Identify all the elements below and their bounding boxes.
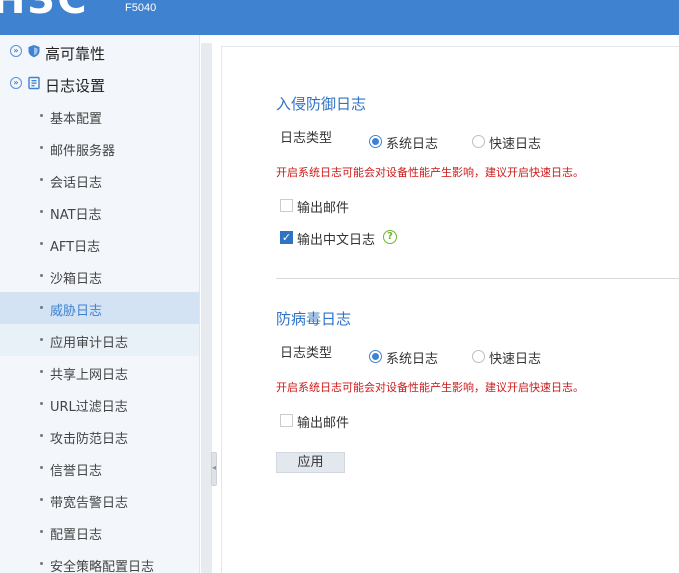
bullet-icon: [40, 370, 43, 373]
bullet-icon: [40, 146, 43, 149]
sidebar-item-url-filter-log[interactable]: URL过滤日志: [0, 388, 199, 420]
sidebar-item-nat-log[interactable]: NAT日志: [0, 196, 199, 228]
bullet-icon: [40, 338, 43, 341]
section-title-intrusion: 入侵防御日志: [276, 95, 367, 113]
sidebar-item-session-log[interactable]: 会话日志: [0, 164, 199, 196]
sidebar-item-label: 攻击防范日志: [50, 432, 129, 447]
section-title-antivirus: 防病毒日志: [276, 310, 352, 328]
expand-chevron-icon[interactable]: »: [10, 45, 22, 57]
top-header: H3C F5040: [0, 0, 679, 35]
log-type-label: 日志类型: [280, 131, 333, 146]
radio-label-fast-log: 快速日志: [489, 352, 542, 367]
sidebar-nav: » 高可靠性 » 日志设置 基本配置 邮件服务器 会话日志 NAT日志 AFT日…: [0, 35, 200, 573]
sidebar-item-aft-log[interactable]: AFT日志: [0, 228, 199, 260]
sidebar-item-label: 应用审计日志: [50, 336, 129, 351]
sidebar-item-label: 会话日志: [50, 176, 103, 191]
sidebar-item-reputation-log[interactable]: 信誉日志: [0, 452, 199, 484]
bullet-icon: [40, 434, 43, 437]
bullet-icon: [40, 274, 43, 277]
checkbox-label-output-mail: 输出邮件: [297, 416, 350, 431]
sidebar-item-config-log[interactable]: 配置日志: [0, 516, 199, 548]
sidebar-group-log-settings[interactable]: » 日志设置: [0, 68, 199, 100]
sidebar-item-label: NAT日志: [50, 208, 102, 223]
bullet-icon: [40, 562, 43, 565]
sidebar-item-label: AFT日志: [50, 240, 101, 255]
bullet-icon: [40, 114, 43, 117]
sidebar-item-security-policy-config-log[interactable]: 安全策略配置日志: [0, 548, 199, 573]
sidebar-item-label: URL过滤日志: [50, 400, 128, 415]
sidebar-item-shared-access-log[interactable]: 共享上网日志: [0, 356, 199, 388]
radio-label-system-log: 系统日志: [386, 352, 439, 367]
expand-chevron-icon[interactable]: »: [10, 77, 22, 89]
sidebar-item-basic-config[interactable]: 基本配置: [0, 100, 199, 132]
sidebar-group-label: 高可靠性: [45, 45, 106, 63]
sidebar-item-label: 安全策略配置日志: [50, 560, 155, 573]
checkbox-output-chinese-log[interactable]: ✓: [280, 231, 293, 244]
collapse-arrow-icon: ◂: [212, 463, 217, 472]
bullet-icon: [40, 530, 43, 533]
log-document-icon: [28, 76, 40, 90]
section-divider: [276, 278, 679, 279]
apply-button[interactable]: 应用: [276, 452, 345, 473]
checkbox-antivirus-output-mail[interactable]: [280, 414, 293, 427]
sidebar-item-label: 沙箱日志: [50, 272, 103, 287]
sidebar-group-label: 日志设置: [45, 77, 106, 95]
device-model: F5040: [125, 2, 157, 14]
sidebar-item-bandwidth-alarm-log[interactable]: 带宽告警日志: [0, 484, 199, 516]
sidebar-collapse-handle[interactable]: ◂: [211, 452, 217, 486]
log-type-label: 日志类型: [280, 346, 333, 361]
radio-intrusion-fast-log[interactable]: [472, 135, 485, 148]
sidebar-group-high-availability[interactable]: » 高可靠性: [0, 36, 199, 68]
bullet-icon: [40, 306, 43, 309]
bullet-icon: [40, 210, 43, 213]
sidebar-item-label: 共享上网日志: [50, 368, 129, 383]
sidebar-item-label: 邮件服务器: [50, 144, 116, 159]
brand-logo: H3C: [0, 0, 89, 23]
sidebar-item-app-audit-log[interactable]: 应用审计日志: [0, 324, 199, 356]
log-settings-panel: 入侵防御日志 日志类型 系统日志 快速日志 开启系统日志可能会对设备性能产生影响…: [221, 46, 679, 573]
checkbox-intrusion-output-mail[interactable]: [280, 199, 293, 212]
shield-icon: [28, 45, 40, 58]
bullet-icon: [40, 242, 43, 245]
checkbox-label-output-mail: 输出邮件: [297, 201, 350, 216]
sidebar-item-attack-defense-log[interactable]: 攻击防范日志: [0, 420, 199, 452]
performance-warning: 开启系统日志可能会对设备性能产生影响，建议开启快速日志。: [276, 381, 584, 394]
help-icon[interactable]: ?: [383, 230, 397, 244]
sidebar-item-label: 配置日志: [50, 528, 103, 543]
bullet-icon: [40, 178, 43, 181]
sidebar-item-label: 基本配置: [50, 112, 103, 127]
sidebar-item-mail-server[interactable]: 邮件服务器: [0, 132, 199, 164]
sidebar-item-label: 信誉日志: [50, 464, 103, 479]
sidebar-item-label: 带宽告警日志: [50, 496, 129, 511]
sidebar-scrollbar[interactable]: [201, 43, 212, 573]
sidebar-item-threat-log[interactable]: 威胁日志: [0, 292, 199, 324]
radio-label-system-log: 系统日志: [386, 137, 439, 152]
radio-label-fast-log: 快速日志: [489, 137, 542, 152]
checkbox-label-output-chinese-log: 输出中文日志: [297, 233, 376, 248]
radio-antivirus-fast-log[interactable]: [472, 350, 485, 363]
performance-warning: 开启系统日志可能会对设备性能产生影响，建议开启快速日志。: [276, 166, 584, 179]
sidebar-item-label: 威胁日志: [50, 304, 103, 319]
bullet-icon: [40, 466, 43, 469]
bullet-icon: [40, 402, 43, 405]
radio-antivirus-system-log[interactable]: [369, 350, 382, 363]
sidebar-item-sandbox-log[interactable]: 沙箱日志: [0, 260, 199, 292]
bullet-icon: [40, 498, 43, 501]
radio-intrusion-system-log[interactable]: [369, 135, 382, 148]
